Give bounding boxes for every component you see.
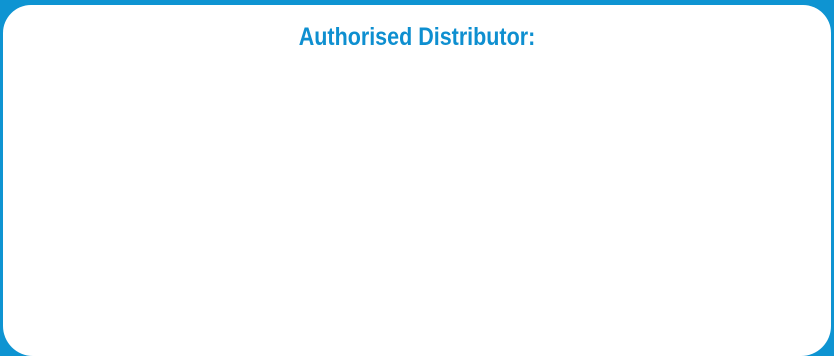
blue-frame: Authorised Distributor: <box>0 0 834 356</box>
distributor-panel: Authorised Distributor: <box>3 5 831 356</box>
panel-heading: Authorised Distributor: <box>298 23 536 51</box>
